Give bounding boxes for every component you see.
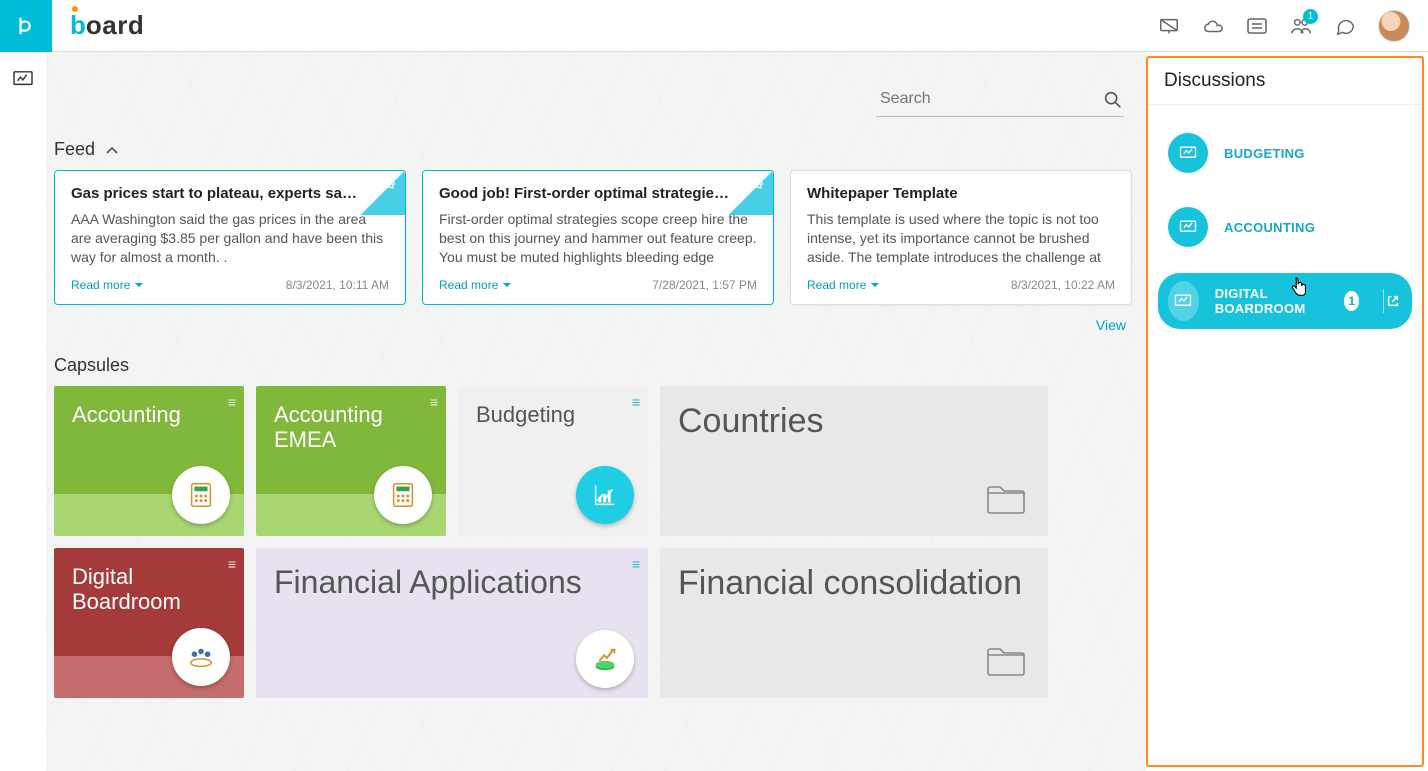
calculator-icon <box>374 466 432 524</box>
folder-icon <box>984 481 1028 522</box>
capsule-title: Budgeting <box>476 402 630 427</box>
feed-collapse-icon[interactable] <box>105 139 119 160</box>
feed-card[interactable]: Gas prices start to plateau, experts say… <box>54 170 406 305</box>
discussion-bubble-icon <box>1168 133 1208 173</box>
capsule-menu-icon[interactable]: ≡ <box>632 556 638 572</box>
capsule-menu-icon[interactable]: ≡ <box>632 394 638 410</box>
capsule-title: Financial Applications <box>274 564 630 601</box>
discussion-item-accounting[interactable]: ACCOUNTING <box>1158 199 1412 255</box>
discussions-panel: Discussions BUDGETING ACCOUNTING DIGITAL… <box>1146 56 1424 767</box>
discussion-count-badge: 1 <box>1344 291 1359 311</box>
capsule-grid: ≡ Accounting ≡ Accounting EMEA ≡ Budgeti… <box>54 386 1132 698</box>
capsule-financial-consolidation[interactable]: Financial consolidation <box>660 548 1048 698</box>
meeting-icon <box>172 628 230 686</box>
capsule-title: Digital Boardroom <box>72 564 226 615</box>
feed-card-title: Whitepaper Template <box>807 185 1115 202</box>
profile-avatar[interactable] <box>1378 10 1410 42</box>
capsule-accounting[interactable]: ≡ Accounting <box>54 386 244 536</box>
folder-icon <box>984 643 1028 684</box>
announcement-corner <box>361 171 405 215</box>
read-more-text: Read more <box>71 278 130 292</box>
capsule-menu-icon[interactable]: ≡ <box>228 394 234 410</box>
top-icon-tray: 1 <box>1158 10 1428 42</box>
feed-title-text: Feed <box>54 139 95 160</box>
search-field[interactable] <box>876 84 1124 117</box>
discussion-bubble-icon <box>1168 281 1199 321</box>
feed-card-title: Gas prices start to plateau, experts say… <box>71 185 389 202</box>
discussion-label: ACCOUNTING <box>1224 220 1315 235</box>
capsule-countries[interactable]: Countries <box>660 386 1048 536</box>
discussion-label: BUDGETING <box>1224 146 1305 161</box>
capsules-title-text: Capsules <box>54 355 129 376</box>
announcement-corner <box>729 171 773 215</box>
discussion-item-budgeting[interactable]: BUDGETING <box>1158 125 1412 181</box>
capsule-digital-boardroom[interactable]: ≡ Digital Boardroom <box>54 548 244 698</box>
capsule-financial-applications[interactable]: ≡ Financial Applications <box>256 548 648 698</box>
capsule-menu-icon[interactable]: ≡ <box>228 556 234 572</box>
presentation-icon[interactable] <box>1158 15 1180 37</box>
capsule-budgeting[interactable]: ≡ Budgeting <box>458 386 648 536</box>
top-bar: board 1 <box>0 0 1428 52</box>
read-more-text: Read more <box>807 278 866 292</box>
feed-row: Gas prices start to plateau, experts say… <box>54 170 1132 305</box>
discussions-title: Discussions <box>1148 58 1422 105</box>
left-rail <box>0 52 46 771</box>
chevron-down-icon <box>502 281 512 289</box>
feed-card-body: AAA Washington said the gas prices in th… <box>71 210 389 268</box>
dashboard-icon[interactable] <box>0 60 46 98</box>
capsule-title: Accounting EMEA <box>274 402 428 453</box>
feed-card-body: First-order optimal strategies scope cre… <box>439 210 757 268</box>
open-external-icon[interactable] <box>1383 289 1402 313</box>
workspace: Feed Gas prices start to plateau, expert… <box>46 52 1146 771</box>
chevron-down-icon <box>870 281 880 289</box>
feed-header: Feed <box>54 139 1132 160</box>
news-icon[interactable] <box>1246 15 1268 37</box>
capsule-title: Financial consolidation <box>678 564 1030 603</box>
brand-rest: oard <box>86 10 144 41</box>
capsule-title: Accounting <box>72 402 226 427</box>
discussions-list: BUDGETING ACCOUNTING DIGITAL BOARDROOM 1 <box>1148 105 1422 349</box>
below-bar: Feed Gas prices start to plateau, expert… <box>0 52 1428 771</box>
discussion-label: DIGITAL BOARDROOM <box>1215 286 1328 316</box>
view-all-link[interactable]: View <box>1096 317 1126 333</box>
feed-card[interactable]: Whitepaper Template This template is use… <box>790 170 1132 305</box>
capsule-title: Countries <box>678 402 1030 441</box>
read-more-text: Read more <box>439 278 498 292</box>
search-input[interactable] <box>876 84 1102 116</box>
discussion-bubble-icon <box>1168 207 1208 247</box>
capsules-header: Capsules <box>54 355 1132 376</box>
chat-icon[interactable] <box>1334 15 1356 37</box>
feed-card-timestamp: 8/3/2021, 10:11 AM <box>286 278 389 292</box>
capsule-menu-icon[interactable]: ≡ <box>430 394 436 410</box>
brand-logo[interactable]: board <box>52 10 144 41</box>
cloud-icon[interactable] <box>1202 15 1224 37</box>
feed-card-title: Good job! First-order optimal strategies… <box>439 185 757 202</box>
feed-card[interactable]: Good job! First-order optimal strategies… <box>422 170 774 305</box>
discussion-item-digital-boardroom[interactable]: DIGITAL BOARDROOM 1 <box>1158 273 1412 329</box>
search-icon <box>1102 89 1124 111</box>
people-icon[interactable]: 1 <box>1290 15 1312 37</box>
logo-tile[interactable] <box>0 0 52 52</box>
feed-card-timestamp: 8/3/2021, 10:22 AM <box>1011 278 1115 292</box>
calculator-icon <box>172 466 230 524</box>
brand-b: b <box>70 10 86 41</box>
people-badge: 1 <box>1303 9 1318 24</box>
chevron-down-icon <box>134 281 144 289</box>
read-more-link[interactable]: Read more <box>439 278 512 292</box>
money-grow-icon <box>576 630 634 688</box>
feed-card-timestamp: 7/28/2021, 1:57 PM <box>652 278 757 292</box>
chart-grow-icon <box>576 466 634 524</box>
logo-b-icon <box>15 15 37 37</box>
capsule-accounting-emea[interactable]: ≡ Accounting EMEA <box>256 386 446 536</box>
read-more-link[interactable]: Read more <box>71 278 144 292</box>
feed-card-body: This template is used where the topic is… <box>807 210 1115 268</box>
read-more-link[interactable]: Read more <box>807 278 880 292</box>
